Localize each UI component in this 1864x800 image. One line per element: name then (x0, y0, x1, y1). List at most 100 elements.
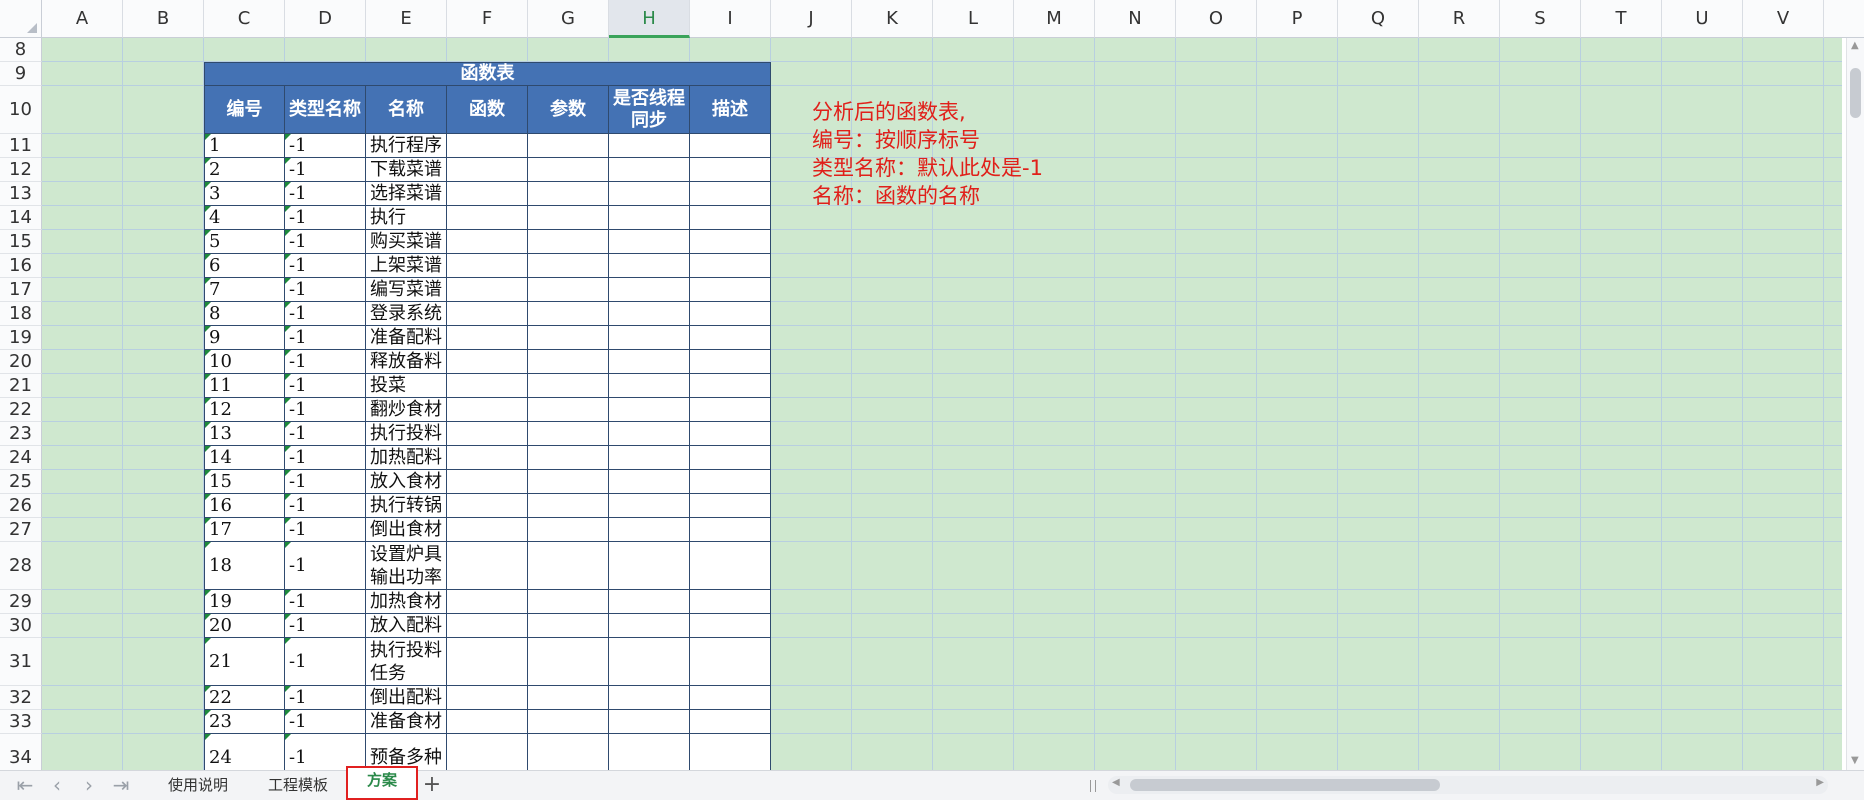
row-header-17[interactable]: 17 (0, 278, 42, 302)
table-cell-empty[interactable] (609, 254, 690, 278)
row-header-22[interactable]: 22 (0, 398, 42, 422)
table-cell-empty[interactable] (528, 710, 609, 734)
table-cell-empty[interactable] (609, 278, 690, 302)
column-header-n[interactable]: N (1095, 0, 1176, 38)
table-cell-id[interactable]: 14 (204, 446, 285, 470)
table-cell-empty[interactable] (690, 542, 771, 590)
table-cell-empty[interactable] (690, 518, 771, 542)
table-cell-name[interactable]: 倒出配料 (366, 686, 447, 710)
table-cell-name[interactable]: 加热食材 (366, 590, 447, 614)
table-cell-empty[interactable] (690, 230, 771, 254)
table-cell-name[interactable]: 执行投料 (366, 422, 447, 446)
table-cell-name[interactable]: 执行转锅 (366, 494, 447, 518)
table-cell-type[interactable]: -1 (285, 518, 366, 542)
vertical-scrollbar[interactable]: ▲ ▼ (1846, 38, 1864, 770)
table-cell-empty[interactable] (690, 614, 771, 638)
scroll-left-icon[interactable]: ◀ (1112, 777, 1120, 788)
table-cell-empty[interactable] (609, 134, 690, 158)
table-cell-name[interactable]: 翻炒食材 (366, 398, 447, 422)
table-cell-id[interactable]: 2 (204, 158, 285, 182)
table-cell-empty[interactable] (528, 446, 609, 470)
table-cell-empty[interactable] (528, 254, 609, 278)
table-cell-name[interactable]: 执行 (366, 206, 447, 230)
table-cell-id[interactable]: 9 (204, 326, 285, 350)
table-cell-type[interactable]: -1 (285, 446, 366, 470)
table-cell-empty[interactable] (690, 158, 771, 182)
column-header-k[interactable]: K (852, 0, 933, 38)
table-cell-empty[interactable] (690, 638, 771, 686)
table-cell-empty[interactable] (528, 326, 609, 350)
table-cell-empty[interactable] (447, 446, 528, 470)
table-cell-empty[interactable] (528, 518, 609, 542)
table-cell-empty[interactable] (690, 422, 771, 446)
table-cell-type[interactable]: -1 (285, 638, 366, 686)
column-header-a[interactable]: A (42, 0, 123, 38)
table-cell-empty[interactable] (528, 638, 609, 686)
table-cell-id[interactable]: 15 (204, 470, 285, 494)
table-cell-type[interactable]: -1 (285, 470, 366, 494)
sheet-tab-plan[interactable]: 方案 (346, 766, 418, 800)
row-header-9[interactable]: 9 (0, 62, 42, 86)
table-cell-type[interactable]: -1 (285, 326, 366, 350)
column-header-g[interactable]: G (528, 0, 609, 38)
table-cell-empty[interactable] (528, 206, 609, 230)
table-cell-type[interactable]: -1 (285, 350, 366, 374)
table-cell-empty[interactable] (609, 710, 690, 734)
row-header-26[interactable]: 26 (0, 494, 42, 518)
table-cell-type[interactable]: -1 (285, 278, 366, 302)
row-header-20[interactable]: 20 (0, 350, 42, 374)
row-header-30[interactable]: 30 (0, 614, 42, 638)
column-header-l[interactable]: L (933, 0, 1014, 38)
table-cell-empty[interactable] (609, 614, 690, 638)
table-cell-name[interactable]: 倒出食材 (366, 518, 447, 542)
table-cell-empty[interactable] (609, 686, 690, 710)
table-cell-name[interactable]: 释放备料 (366, 350, 447, 374)
table-cell-empty[interactable] (447, 470, 528, 494)
column-header-p[interactable]: P (1257, 0, 1338, 38)
table-cell-empty[interactable] (447, 710, 528, 734)
table-cell-empty[interactable] (690, 686, 771, 710)
table-title[interactable]: 函数表 (204, 62, 771, 86)
horizontal-scrollbar[interactable]: ◀ ▶ (1108, 776, 1828, 794)
table-cell-empty[interactable] (447, 302, 528, 326)
sheet-tab-instructions[interactable]: 使用说明 (152, 772, 244, 798)
table-cell-empty[interactable] (447, 686, 528, 710)
table-header-cell[interactable]: 名称 (366, 86, 447, 134)
table-cell-empty[interactable] (528, 134, 609, 158)
table-cell-id[interactable]: 5 (204, 230, 285, 254)
column-header-c[interactable]: C (204, 0, 285, 38)
column-header-d[interactable]: D (285, 0, 366, 38)
scroll-right-icon[interactable]: ▶ (1816, 777, 1824, 788)
table-cell-name[interactable]: 执行程序 (366, 134, 447, 158)
table-cell-empty[interactable] (528, 302, 609, 326)
table-cell-id[interactable]: 19 (204, 590, 285, 614)
row-header-15[interactable]: 15 (0, 230, 42, 254)
table-cell-empty[interactable] (528, 470, 609, 494)
next-sheet-icon[interactable]: › (76, 772, 102, 798)
prev-sheet-icon[interactable]: ‹ (44, 772, 70, 798)
table-cell-empty[interactable] (609, 542, 690, 590)
scroll-down-icon[interactable]: ▼ (1851, 755, 1859, 766)
table-cell-empty[interactable] (447, 134, 528, 158)
table-cell-empty[interactable] (528, 158, 609, 182)
table-cell-empty[interactable] (447, 614, 528, 638)
table-cell-name[interactable]: 准备食材 (366, 710, 447, 734)
table-cell-empty[interactable] (690, 278, 771, 302)
column-header-b[interactable]: B (123, 0, 204, 38)
table-cell-empty[interactable] (690, 350, 771, 374)
table-cell-empty[interactable] (690, 446, 771, 470)
table-cell-id[interactable]: 22 (204, 686, 285, 710)
table-cell-name[interactable]: 下载菜谱 (366, 158, 447, 182)
table-cell-type[interactable]: -1 (285, 590, 366, 614)
row-header-12[interactable]: 12 (0, 158, 42, 182)
last-sheet-icon[interactable]: ⇥ (108, 772, 134, 798)
table-cell-name[interactable]: 设置炉具输出功率 (366, 542, 447, 590)
table-cell-empty[interactable] (528, 182, 609, 206)
row-header-10[interactable]: 10 (0, 86, 42, 134)
table-cell-empty[interactable] (690, 254, 771, 278)
table-cell-empty[interactable] (447, 278, 528, 302)
table-cell-empty[interactable] (528, 350, 609, 374)
row-header-8[interactable]: 8 (0, 38, 42, 62)
table-cell-empty[interactable] (528, 398, 609, 422)
column-header-e[interactable]: E (366, 0, 447, 38)
